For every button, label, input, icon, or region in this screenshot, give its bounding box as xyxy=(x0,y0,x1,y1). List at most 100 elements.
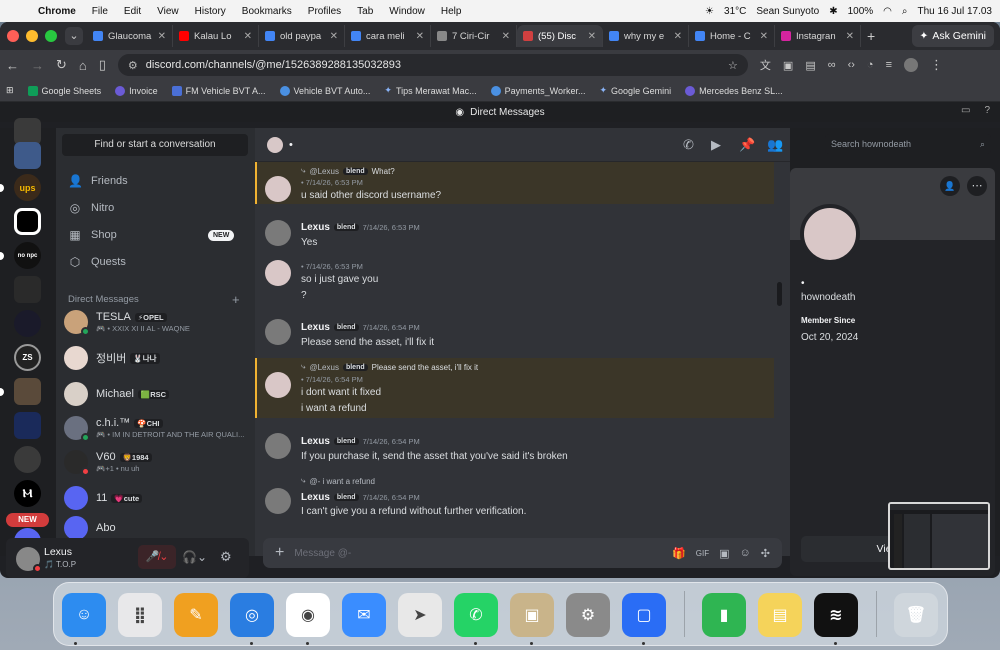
dock-launchpad-icon[interactable]: ⣿ xyxy=(118,593,162,637)
bookmark-star-icon[interactable]: ☆ xyxy=(728,59,738,72)
dock-finder-icon[interactable]: ☺ xyxy=(62,593,106,637)
menu-window[interactable]: Window xyxy=(381,6,433,17)
forward-icon[interactable]: → xyxy=(31,58,44,73)
browser-tab[interactable]: Glaucoma ✕ xyxy=(87,25,173,47)
back-icon[interactable]: ← xyxy=(6,58,19,73)
dock-maps-icon[interactable]: ➤ xyxy=(398,593,442,637)
user-avatar[interactable] xyxy=(16,547,42,573)
server-no-npc[interactable]: no npc xyxy=(14,242,41,269)
message-avatar[interactable] xyxy=(265,488,291,514)
dock-numbers-icon[interactable]: ▮ xyxy=(702,593,746,637)
bluetooth-icon[interactable]: ✱ xyxy=(829,6,837,17)
tab-close-icon[interactable]: ✕ xyxy=(502,31,510,42)
address-bar[interactable]: ⚙ discord.com/channels/@me/1526389288135… xyxy=(117,54,748,76)
extension-icon[interactable]: ▣ xyxy=(783,59,793,72)
bookmark-google-gemini[interactable]: ✦ Google Gemini xyxy=(600,85,672,96)
message-avatar[interactable] xyxy=(265,220,291,246)
tab-close-icon[interactable]: ✕ xyxy=(588,31,596,42)
search-icon[interactable]: ⌕ xyxy=(902,6,908,17)
server-ups[interactable]: ups xyxy=(14,174,41,201)
new-tab-icon[interactable]: + xyxy=(867,28,875,44)
reply-preview[interactable]: ⤷ @Lexus blend What? xyxy=(301,166,395,176)
dock-pages-icon[interactable]: ✎ xyxy=(174,593,218,637)
tab-close-icon[interactable]: ✕ xyxy=(330,31,338,42)
dm-list-item[interactable]: TESLA ⚡OPEL 🎮 • XXIX XI II AL - WAQNE xyxy=(64,306,250,338)
minimize-window-button[interactable] xyxy=(26,30,38,42)
reply-preview[interactable]: ⤷ @Lexus blend Please send the asset, i'll … xyxy=(301,362,478,372)
apps-grid-icon[interactable]: ⊞ xyxy=(6,85,14,96)
bookmark-google-sheets[interactable]: Google Sheets xyxy=(27,85,101,96)
home-icon[interactable]: ⌂ xyxy=(79,58,87,73)
menu-bookmarks[interactable]: Bookmarks xyxy=(234,6,300,17)
server-icon[interactable] xyxy=(14,378,41,405)
bookmark-invoice[interactable]: Invoice xyxy=(115,85,158,96)
menu-file[interactable]: File xyxy=(84,6,116,17)
dm-list-item[interactable]: c.h.i.™ 🍄CHI 🎮 • IM IN DETROIT AND THE AIR… xyxy=(64,412,250,444)
tab-close-icon[interactable]: ✕ xyxy=(674,31,682,42)
tab-close-icon[interactable]: ✕ xyxy=(760,31,768,42)
browser-tab[interactable]: Home - C ✕ xyxy=(689,25,775,47)
weather-temp[interactable]: 31°C xyxy=(724,6,746,17)
server-icon[interactable] xyxy=(14,276,41,303)
browser-tab[interactable]: Instagran ✕ xyxy=(775,25,861,47)
server-zs[interactable]: ZS xyxy=(14,344,41,371)
apps-icon[interactable]: ✣ xyxy=(761,547,770,560)
video-call-icon[interactable]: ▶ xyxy=(711,137,721,153)
nav-quests[interactable]: ⬡ Quests xyxy=(68,255,126,269)
add-friend-icon[interactable]: 👥 xyxy=(767,137,783,153)
browser-tab[interactable]: Kalau Lo ✕ xyxy=(173,25,259,47)
mute-mic-button[interactable]: 🎤̸⌄ xyxy=(138,545,176,569)
reload-icon[interactable]: ↻ xyxy=(56,57,67,73)
history-icon[interactable]: ◔ xyxy=(867,59,874,71)
browser-tab[interactable]: why my e ✕ xyxy=(603,25,689,47)
bookmark-mercedes[interactable]: Mercedes Benz SL... xyxy=(685,85,783,96)
message-avatar[interactable] xyxy=(265,319,291,345)
bookmark-tips-merawat[interactable]: ✦ Tips Merawat Mac... xyxy=(384,85,476,96)
dock-contacts-icon[interactable]: ▣ xyxy=(510,593,554,637)
user-name[interactable]: Lexus xyxy=(44,546,72,558)
user-name[interactable]: Sean Sunyoto xyxy=(756,6,819,17)
search-input[interactable]: Search hownodeath ⌕ xyxy=(825,134,991,154)
create-dm-icon[interactable]: + xyxy=(232,292,240,307)
picture-in-picture-window[interactable] xyxy=(888,502,990,570)
url-text[interactable]: discord.com/channels/@me/152638928813503… xyxy=(146,59,401,71)
dock-spotify-icon[interactable]: ≋ xyxy=(814,593,858,637)
dock-trash-icon[interactable]: 🗑 xyxy=(894,593,938,637)
dm-user-name[interactable]: • xyxy=(289,139,293,151)
menu-profiles[interactable]: Profiles xyxy=(300,6,349,17)
menu-help[interactable]: Help xyxy=(433,6,470,17)
menu-view[interactable]: View xyxy=(149,6,187,17)
tab-close-icon[interactable]: ✕ xyxy=(846,31,854,42)
emoji-icon[interactable]: ☺ xyxy=(740,547,751,559)
menu-history[interactable]: History xyxy=(187,6,234,17)
server-prestige[interactable] xyxy=(14,412,41,439)
wifi-icon[interactable]: ◠ xyxy=(883,6,892,17)
ask-gemini-button[interactable]: ✦ Ask Gemini xyxy=(911,25,994,47)
nav-shop[interactable]: ▦ Shop xyxy=(68,228,116,242)
sticker-icon[interactable]: ▣ xyxy=(719,547,729,560)
dm-list-item[interactable]: Michael 🟩RSC xyxy=(64,378,250,410)
profile-avatar[interactable] xyxy=(903,58,918,72)
chat-scrollbar[interactable] xyxy=(777,282,782,306)
tab-close-icon[interactable]: ✕ xyxy=(244,31,252,42)
more-options-icon[interactable]: ⋯ xyxy=(967,176,987,196)
author-name[interactable]: Lexus xyxy=(301,222,330,233)
message-avatar[interactable] xyxy=(265,176,291,202)
dm-list-item[interactable]: 11 💗cute xyxy=(64,482,250,514)
dm-list-item[interactable]: 정비버 🐰나나 xyxy=(64,342,250,374)
message-avatar[interactable] xyxy=(265,372,291,398)
tab-close-icon[interactable]: ✕ xyxy=(158,31,166,42)
bookmark-vehicle-bvt[interactable]: Vehicle BVT Auto... xyxy=(279,85,370,96)
server-icon[interactable] xyxy=(14,118,41,145)
message-avatar[interactable] xyxy=(265,433,291,459)
code-icon[interactable]: ‹› xyxy=(848,59,855,71)
sidepanel-icon[interactable]: ▯ xyxy=(99,57,106,73)
settings-gear-icon[interactable]: ⚙ xyxy=(220,545,232,569)
message-input[interactable]: Message @- xyxy=(294,548,662,559)
dock-whatsapp-icon[interactable]: ✆ xyxy=(454,593,498,637)
browser-tab[interactable]: 7 Ciri-Cir ✕ xyxy=(431,25,517,47)
attach-plus-icon[interactable]: + xyxy=(275,544,284,562)
reading-list-icon[interactable]: ≡ xyxy=(886,59,892,71)
author-name[interactable]: Lexus xyxy=(301,436,330,447)
dock-system-settings-icon[interactable]: ⚙ xyxy=(566,593,610,637)
